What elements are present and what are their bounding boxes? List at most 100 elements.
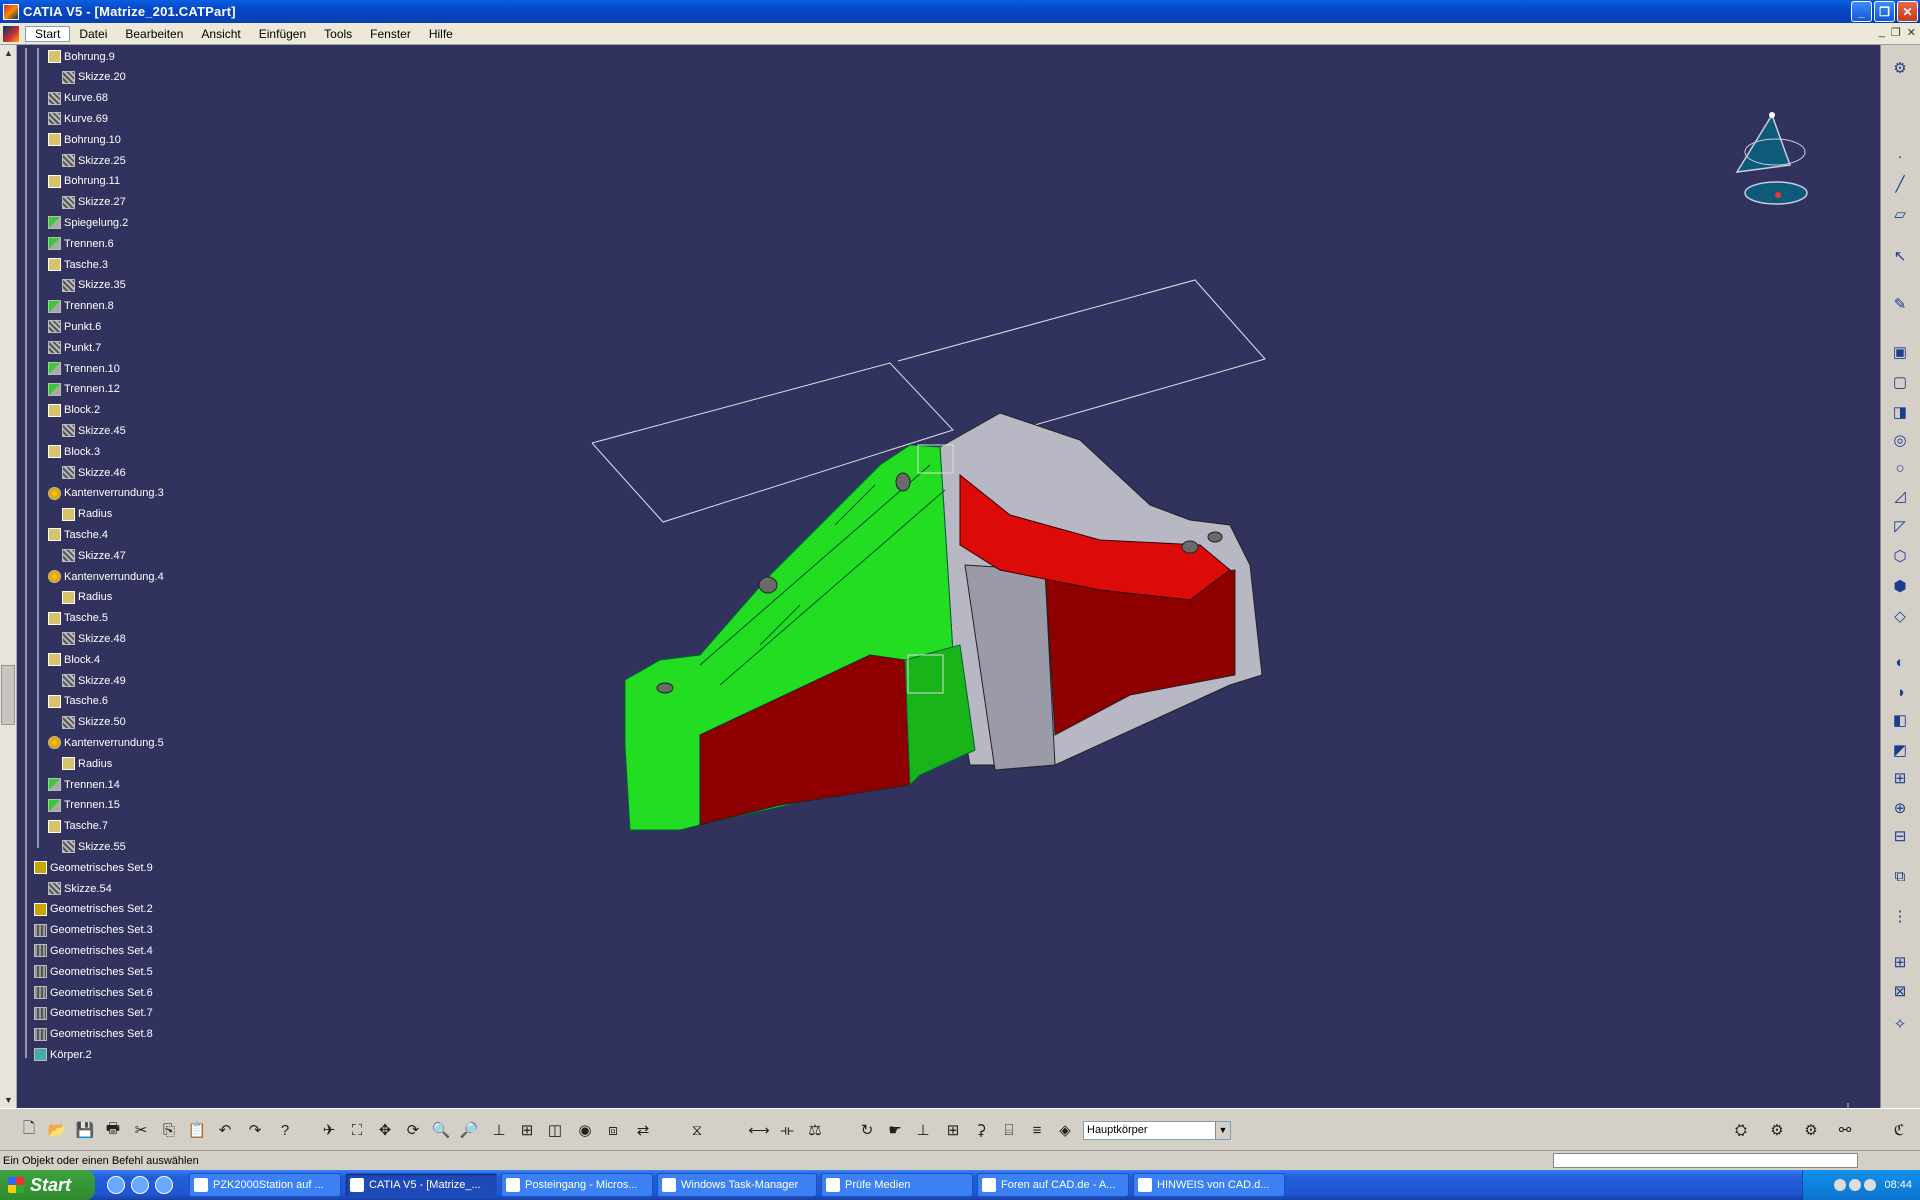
- taskbar-task[interactable]: Posteingang - Micros...: [501, 1173, 653, 1197]
- print-icon[interactable]: 🖶: [102, 1119, 124, 1141]
- tree-item[interactable]: Skizze.50: [62, 714, 126, 731]
- animate-icon[interactable]: ⚙: [1800, 1119, 1822, 1141]
- body-selector[interactable]: Hauptkörper ▼: [1083, 1121, 1231, 1140]
- menu-start[interactable]: Start: [25, 25, 71, 42]
- mirror-icon[interactable]: ⧉: [1889, 865, 1911, 887]
- pan-icon[interactable]: ✥: [374, 1119, 396, 1141]
- tree-item[interactable]: Geometrisches Set.3: [34, 922, 153, 939]
- tree-item[interactable]: Skizze.49: [62, 672, 126, 689]
- tree-item[interactable]: Trennen.12: [48, 381, 120, 398]
- tray-icon-3[interactable]: [1864, 1179, 1877, 1191]
- tree-item[interactable]: Trennen.15: [48, 797, 120, 814]
- slot-icon[interactable]: ◸: [1889, 515, 1911, 537]
- tree-item[interactable]: Geometrisches Set.5: [34, 963, 153, 980]
- tree-item[interactable]: Geometrisches Set.9: [34, 859, 153, 876]
- tree-item[interactable]: Trennen.8: [48, 298, 114, 315]
- shading-icon[interactable]: ◉: [574, 1119, 596, 1141]
- plane-icon[interactable]: ▱: [1889, 203, 1911, 225]
- pad-icon[interactable]: ▣: [1889, 341, 1911, 363]
- catia-app-icon[interactable]: [3, 3, 19, 20]
- catia-logo-icon[interactable]: ℭ: [1888, 1119, 1910, 1141]
- pattern-icon[interactable]: ⋮: [1889, 905, 1911, 927]
- tree-item[interactable]: Trennen.10: [48, 360, 120, 377]
- taskbar-task[interactable]: CATIA V5 - [Matrize_...: [345, 1173, 497, 1197]
- tree-item[interactable]: Block.3: [48, 443, 100, 460]
- part-body-icon[interactable]: ⌸: [998, 1119, 1020, 1141]
- iso-view-icon[interactable]: ◫: [544, 1119, 566, 1141]
- tree-item[interactable]: Tasche.3: [48, 256, 108, 273]
- quicklaunch-icon-1[interactable]: [107, 1176, 125, 1194]
- groove-icon[interactable]: ◎: [1889, 429, 1911, 451]
- tree-item[interactable]: Radius: [62, 506, 112, 523]
- menu-bearbeiten[interactable]: Bearbeiten: [116, 27, 192, 41]
- tree-item[interactable]: Skizze.27: [62, 194, 126, 211]
- tree-item[interactable]: Tasche.5: [48, 610, 108, 627]
- tree-item[interactable]: Kantenverrundung.4: [48, 568, 164, 585]
- tree-item[interactable]: Geometrisches Set.6: [34, 984, 153, 1001]
- close-button[interactable]: ✕: [1897, 1, 1918, 22]
- measure-icon[interactable]: ✧: [1889, 1013, 1911, 1035]
- tree-item[interactable]: Tasche.6: [48, 693, 108, 710]
- chamfer-icon[interactable]: ◑: [1889, 681, 1911, 703]
- document-icon[interactable]: [3, 25, 19, 42]
- redo-icon[interactable]: ↷: [244, 1119, 266, 1141]
- menu-datei[interactable]: Datei: [70, 27, 116, 41]
- tree-item[interactable]: Tasche.4: [48, 526, 108, 543]
- tree-item[interactable]: Tasche.7: [48, 818, 108, 835]
- new-icon[interactable]: 🗋: [18, 1119, 40, 1141]
- loft-icon[interactable]: ⬢: [1889, 575, 1911, 597]
- tree-item[interactable]: Kurve.68: [48, 90, 108, 107]
- zoom-out-icon[interactable]: 🔎: [458, 1119, 480, 1141]
- doc-close-button[interactable]: ✕: [1907, 26, 1916, 39]
- 3d-viewport[interactable]: [0, 45, 1880, 1108]
- tree-item[interactable]: Skizze.47: [62, 547, 126, 564]
- multi-view-icon[interactable]: ⊞: [516, 1119, 538, 1141]
- fly-icon[interactable]: ✈: [318, 1119, 340, 1141]
- hide-show-icon[interactable]: ⧈: [602, 1119, 624, 1141]
- select-arrow-icon[interactable]: ↖: [1889, 245, 1911, 267]
- tree-item[interactable]: Bohrung.11: [48, 173, 120, 190]
- part-geometry[interactable]: [0, 45, 1880, 1108]
- axis-icon[interactable]: ⊥: [912, 1119, 934, 1141]
- clock[interactable]: 08:44: [1884, 1179, 1912, 1191]
- save-icon[interactable]: 💾: [74, 1119, 96, 1141]
- thread-icon[interactable]: ⊕: [1889, 797, 1911, 819]
- tree-item[interactable]: Spiegelung.2: [48, 214, 128, 231]
- tree-item[interactable]: Skizze.55: [62, 838, 126, 855]
- tree-item[interactable]: Radius: [62, 755, 112, 772]
- split-icon[interactable]: ⊟: [1889, 825, 1911, 847]
- tree-item[interactable]: Kurve.69: [48, 110, 108, 127]
- shell-icon[interactable]: ◩: [1889, 739, 1911, 761]
- tree-item[interactable]: Punkt.7: [48, 339, 101, 356]
- undo-icon[interactable]: ↶: [214, 1119, 236, 1141]
- compare-icon[interactable]: ⚯: [1834, 1119, 1856, 1141]
- point-icon[interactable]: ·: [1889, 145, 1911, 167]
- quicklaunch-icon-3[interactable]: [155, 1176, 173, 1194]
- cut-icon[interactable]: ✂: [130, 1119, 152, 1141]
- tree-item[interactable]: Geometrisches Set.8: [34, 1026, 153, 1043]
- fillet-icon[interactable]: ◐: [1889, 651, 1911, 673]
- appearance-icon[interactable]: ◈: [1054, 1119, 1076, 1141]
- tree-item[interactable]: Geometrisches Set.4: [34, 942, 153, 959]
- doc-restore-button[interactable]: ❐: [1891, 26, 1901, 39]
- normal-view-icon[interactable]: ⊥: [488, 1119, 510, 1141]
- paste-icon[interactable]: 📋: [186, 1119, 208, 1141]
- zoom-in-icon[interactable]: 🔍: [430, 1119, 452, 1141]
- gear-icon[interactable]: ⚙: [1889, 57, 1911, 79]
- inertia-icon[interactable]: ⚖: [804, 1119, 826, 1141]
- table-icon[interactable]: ⊞: [942, 1119, 964, 1141]
- command-input[interactable]: [1553, 1153, 1858, 1168]
- fit-all-icon[interactable]: ⛶: [346, 1119, 368, 1141]
- scale-icon[interactable]: ⊠: [1889, 980, 1911, 1002]
- tree-item[interactable]: Skizze.54: [48, 880, 112, 897]
- menu-einfuegen[interactable]: Einfügen: [250, 27, 315, 41]
- cursor-icon[interactable]: ☛: [884, 1119, 906, 1141]
- thickness-icon[interactable]: ⊞: [1889, 767, 1911, 789]
- copy-icon[interactable]: ⎘: [158, 1119, 180, 1141]
- taskbar-task[interactable]: HINWEIS von CAD.d...: [1133, 1173, 1285, 1197]
- mask-icon[interactable]: ⧖: [686, 1119, 708, 1141]
- rect-pattern-icon[interactable]: ⊞: [1889, 951, 1911, 973]
- taskbar-task[interactable]: PZK2000Station auf ...: [189, 1173, 341, 1197]
- window-titlebar[interactable]: CATIA V5 - [Matrize_201.CATPart] _ ❐ ✕: [0, 0, 1920, 23]
- sketcher-icon[interactable]: ✎: [1889, 293, 1911, 315]
